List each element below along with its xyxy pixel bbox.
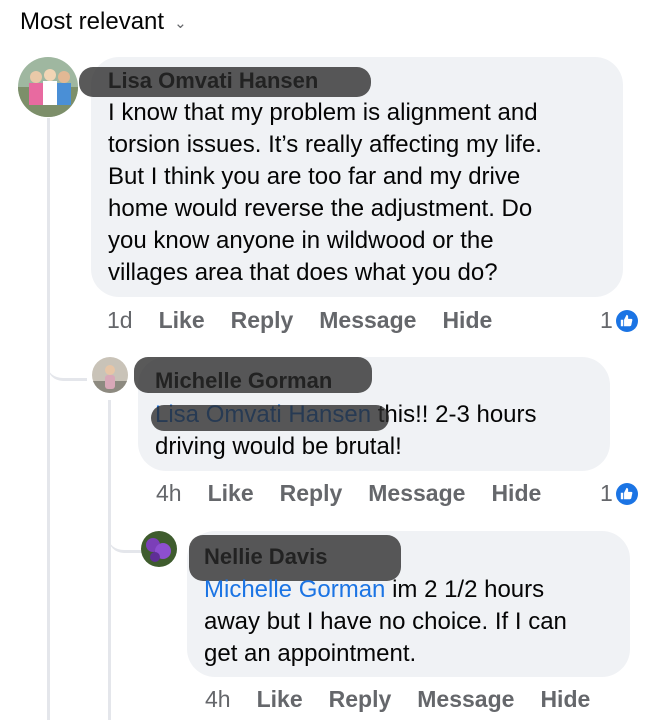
sort-dropdown[interactable]: Most relevant ⌄ bbox=[20, 8, 187, 36]
reply-button[interactable]: Reply bbox=[280, 480, 343, 507]
comment-text-after-mention: im 2 1/2 hours bbox=[385, 576, 545, 603]
mention-text: Michelle Gorman bbox=[204, 576, 386, 603]
reply-button[interactable]: Reply bbox=[231, 307, 294, 334]
thread-line-reply bbox=[108, 400, 111, 720]
hide-button[interactable]: Hide bbox=[442, 307, 492, 334]
comment-line: Lisa Omvati Hansen this!! 2-3 hours bbox=[151, 399, 605, 431]
comment-line: But I think you are too far and my drive bbox=[108, 163, 521, 190]
hide-button[interactable]: Hide bbox=[540, 686, 590, 713]
message-button[interactable]: Message bbox=[368, 480, 465, 507]
message-button[interactable]: Message bbox=[417, 686, 514, 713]
comment-text-after-mention: this!! 2-3 hours bbox=[371, 401, 537, 428]
mention-link[interactable]: Michelle Gorman bbox=[204, 576, 385, 603]
reply-button[interactable]: Reply bbox=[329, 686, 392, 713]
thread-connector-reply-2 bbox=[108, 510, 144, 553]
avatar-photo-icon bbox=[92, 357, 128, 393]
mention-link[interactable]: Lisa Omvati Hansen bbox=[151, 401, 389, 431]
comment-author[interactable]: Michelle Gorman bbox=[155, 367, 332, 395]
like-thumb-icon bbox=[615, 482, 638, 505]
avatar[interactable] bbox=[141, 531, 177, 567]
comment-line: torsion issues. It’s really affecting my… bbox=[108, 131, 542, 158]
avatar-photo-icon bbox=[141, 531, 177, 567]
avatar-photo-icon bbox=[18, 57, 78, 117]
comment-bubble: Nellie Davis Michelle Gorman im 2 1/2 ho… bbox=[187, 531, 630, 677]
like-button[interactable]: Like bbox=[257, 686, 303, 713]
reaction-count[interactable]: 1 bbox=[600, 480, 638, 507]
thread-connector-reply-1 bbox=[47, 330, 87, 381]
hide-button[interactable]: Hide bbox=[491, 480, 541, 507]
comment-line: you know anyone in wildwood or the bbox=[108, 227, 494, 254]
comment-timestamp[interactable]: 1d bbox=[107, 307, 133, 334]
comment-line: away but I have no choice. If I can bbox=[204, 608, 567, 635]
like-thumb-icon bbox=[615, 309, 638, 332]
thread-line-main bbox=[47, 118, 50, 720]
like-button[interactable]: Like bbox=[159, 307, 205, 334]
reaction-number: 1 bbox=[600, 307, 613, 333]
comment-text: Michelle Gorman im 2 1/2 hours away but … bbox=[204, 574, 624, 670]
chevron-down-icon: ⌄ bbox=[174, 15, 187, 32]
comment-text: I know that my problem is alignment and … bbox=[108, 97, 618, 289]
comment-bubble: Lisa Omvati Hansen I know that my proble… bbox=[79, 57, 623, 297]
comment-actions: 1d Like Reply Message Hide bbox=[107, 307, 518, 334]
reaction-count[interactable]: 1 bbox=[600, 307, 638, 334]
reaction-number: 1 bbox=[600, 480, 613, 506]
like-button[interactable]: Like bbox=[208, 480, 254, 507]
message-button[interactable]: Message bbox=[319, 307, 416, 334]
comment-actions: 4h Like Reply Message Hide bbox=[205, 686, 616, 713]
comment-author[interactable]: Nellie Davis bbox=[204, 543, 328, 571]
comment-actions: 4h Like Reply Message Hide bbox=[156, 480, 567, 507]
comment-bubble: Michelle Gorman Lisa Omvati Hansen this!… bbox=[134, 357, 610, 471]
avatar[interactable] bbox=[18, 57, 78, 117]
sort-label: Most relevant bbox=[20, 8, 165, 35]
comment-text: Lisa Omvati Hansen this!! 2-3 hours driv… bbox=[151, 399, 605, 463]
comment-line: Michelle Gorman im 2 1/2 hours bbox=[204, 574, 624, 606]
comment-timestamp[interactable]: 4h bbox=[156, 480, 182, 507]
comment-line: driving would be brutal! bbox=[155, 433, 402, 460]
comment-line: villages area that does what you do? bbox=[108, 259, 498, 286]
comment-line: home would reverse the adjustment. Do bbox=[108, 195, 533, 222]
avatar[interactable] bbox=[92, 357, 128, 393]
mention-text: Lisa Omvati Hansen bbox=[155, 401, 372, 428]
comment-line: get an appointment. bbox=[204, 640, 417, 667]
comment-line: I know that my problem is alignment and bbox=[108, 99, 538, 126]
comment-timestamp[interactable]: 4h bbox=[205, 686, 231, 713]
comment-author[interactable]: Lisa Omvati Hansen bbox=[108, 67, 318, 95]
